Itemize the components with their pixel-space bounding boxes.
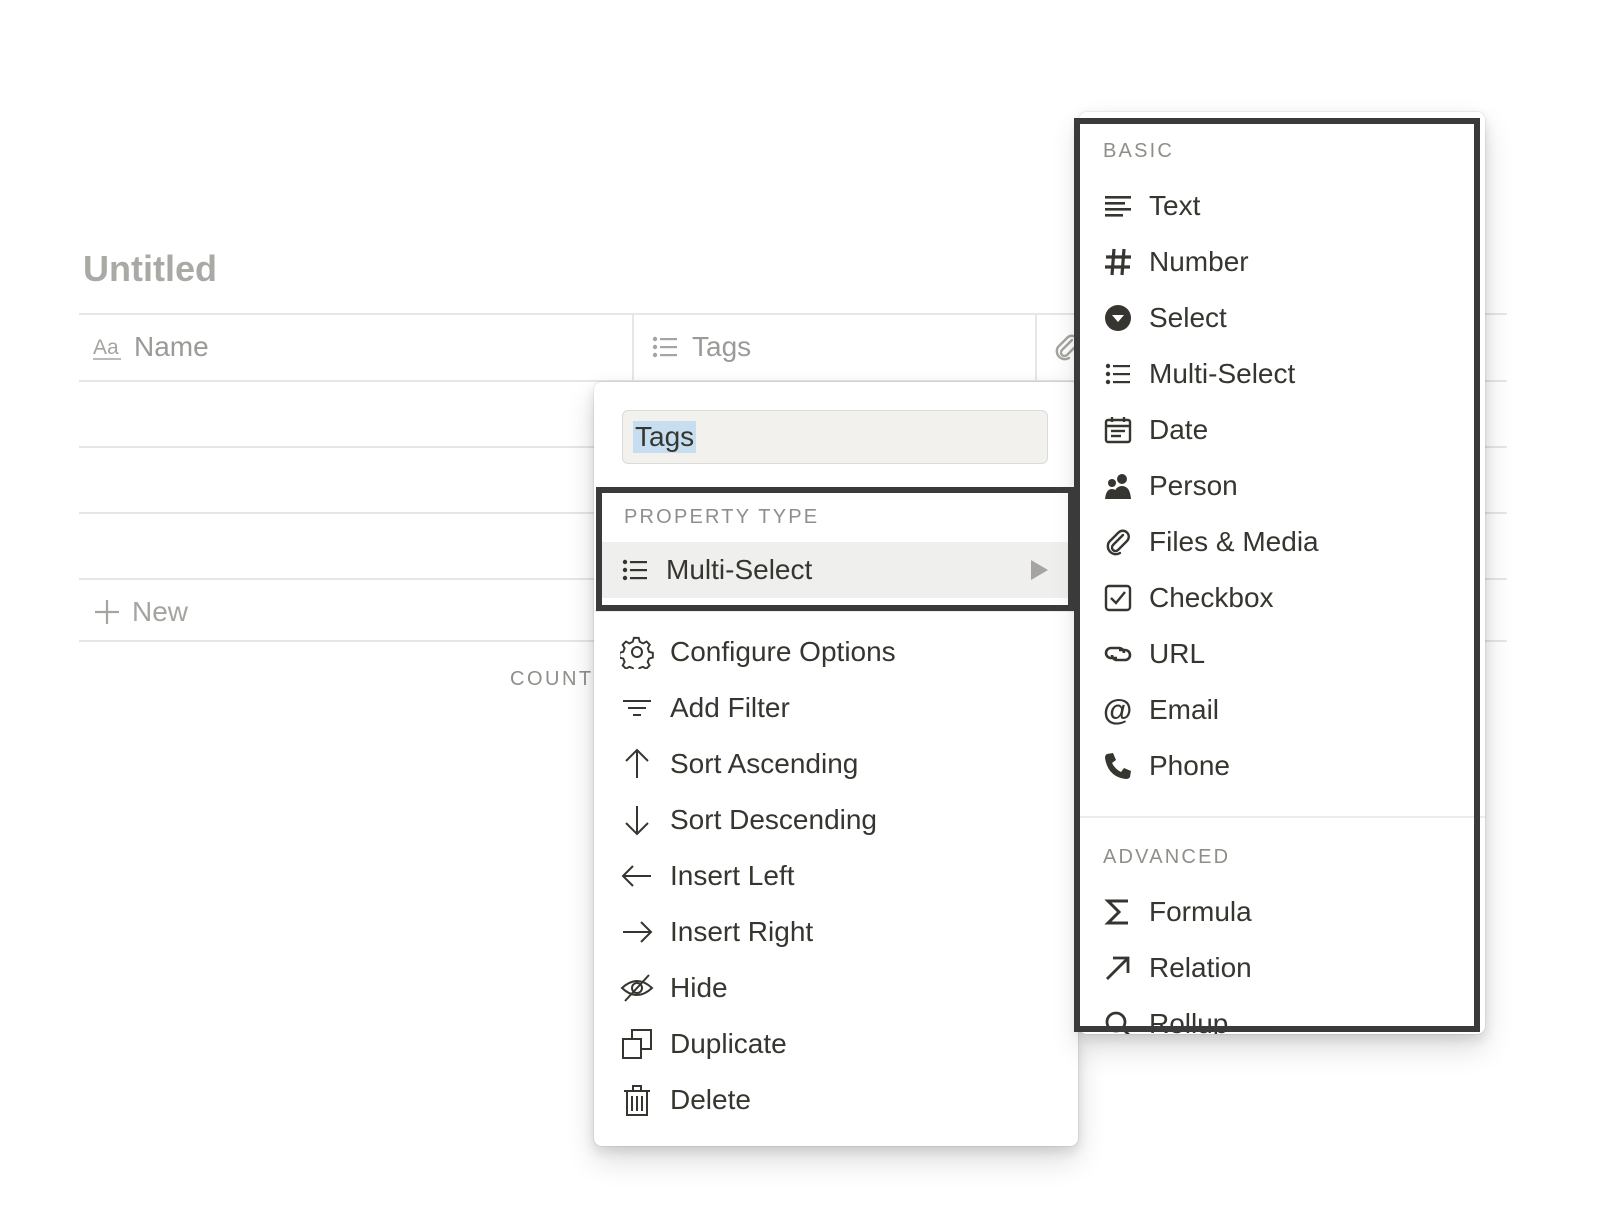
column-header-name[interactable]: Aa Name — [92, 314, 209, 380]
menu-item-label: Insert Right — [670, 916, 814, 947]
multi-select-list-icon — [620, 555, 650, 585]
hash-icon — [1103, 247, 1133, 277]
property-name-field[interactable]: Tags — [622, 410, 1048, 464]
delete-item[interactable]: Delete — [620, 1072, 751, 1128]
type-option-multi-select[interactable]: Multi-Select — [1103, 346, 1295, 402]
menu-divider — [1079, 816, 1485, 818]
arrow-right-icon — [620, 915, 654, 949]
menu-divider — [594, 610, 1078, 612]
type-option-label: URL — [1149, 638, 1206, 669]
property-type-label: Multi-Select — [666, 554, 813, 585]
text-lines-icon — [1103, 191, 1133, 221]
arrow-up-icon — [620, 747, 654, 781]
type-option-label: Rollup — [1149, 1008, 1229, 1034]
page-title[interactable]: Untitled — [83, 248, 217, 290]
type-option-number[interactable]: Number — [1103, 234, 1249, 290]
svg-text:Aa: Aa — [93, 336, 119, 359]
add-filter-item[interactable]: Add Filter — [620, 680, 790, 736]
search-icon — [1103, 1009, 1133, 1034]
paperclip-icon — [1052, 332, 1082, 362]
duplicate-icon — [620, 1027, 654, 1061]
submenu-arrow-icon — [1031, 560, 1048, 580]
menu-item-label: Hide — [670, 972, 728, 1003]
multi-select-list-icon — [650, 332, 680, 362]
insert-left-item[interactable]: Insert Left — [620, 848, 795, 904]
menu-item-label: Sort Ascending — [670, 748, 859, 779]
menu-item-label: Insert Left — [670, 860, 795, 891]
type-option-label: Phone — [1149, 750, 1230, 781]
type-option-label: Checkbox — [1149, 582, 1274, 613]
checkbox-icon — [1103, 583, 1133, 613]
type-option-label: Files & Media — [1149, 526, 1319, 557]
type-option-text[interactable]: Text — [1103, 178, 1200, 234]
eye-off-icon — [620, 971, 654, 1005]
property-type-section-label: PROPERTY TYPE — [624, 506, 820, 528]
menu-item-label: Delete — [670, 1084, 751, 1115]
multi-select-list-icon — [1103, 359, 1133, 389]
property-type-menu: BASIC Text Number Select Multi-Select Da… — [1079, 112, 1485, 1034]
type-option-label: Select — [1149, 302, 1227, 333]
type-option-relation[interactable]: Relation — [1103, 940, 1252, 996]
advanced-section-label: ADVANCED — [1103, 846, 1231, 868]
calendar-icon — [1103, 415, 1133, 445]
sort-descending-item[interactable]: Sort Descending — [620, 792, 877, 848]
duplicate-item[interactable]: Duplicate — [620, 1016, 787, 1072]
plus-icon — [92, 597, 122, 627]
new-row-label: New — [132, 596, 189, 627]
type-option-label: Relation — [1149, 952, 1252, 983]
arrow-down-icon — [620, 803, 654, 837]
arrow-left-icon — [620, 859, 654, 893]
filter-icon — [620, 691, 654, 725]
column-header-label: Name — [134, 331, 209, 362]
type-option-checkbox[interactable]: Checkbox — [1103, 570, 1274, 626]
menu-item-label: Duplicate — [670, 1028, 787, 1059]
menu-item-label: Sort Descending — [670, 804, 878, 835]
type-option-label: Date — [1149, 414, 1209, 445]
link-icon — [1103, 639, 1133, 669]
new-row-button[interactable]: New — [92, 596, 188, 628]
type-option-phone[interactable]: Phone — [1103, 738, 1230, 794]
type-option-label: Email — [1149, 694, 1220, 725]
insert-right-item[interactable]: Insert Right — [620, 904, 813, 960]
type-option-select[interactable]: Select — [1103, 290, 1227, 346]
hide-item[interactable]: Hide — [620, 960, 728, 1016]
configure-options-item[interactable]: Configure Options — [620, 624, 896, 680]
basic-section-label: BASIC — [1103, 140, 1175, 162]
property-menu: Tags PROPERTY TYPE Multi-Select Configur… — [594, 382, 1078, 1146]
type-option-date[interactable]: Date — [1103, 402, 1208, 458]
menu-item-label: Add Filter — [670, 692, 790, 723]
type-option-label: Person — [1149, 470, 1238, 501]
at-icon: @ — [1103, 695, 1133, 725]
column-divider — [632, 314, 634, 380]
type-option-person[interactable]: Person — [1103, 458, 1238, 514]
calculate-count-label[interactable]: COUNT — [510, 668, 594, 691]
property-type-selector[interactable]: Multi-Select — [602, 542, 1070, 598]
type-option-label: Number — [1149, 246, 1249, 277]
gear-icon — [620, 635, 654, 669]
column-header-tags[interactable]: Tags — [650, 314, 751, 380]
type-option-url[interactable]: URL — [1103, 626, 1205, 682]
arrow-up-right-icon — [1103, 953, 1133, 983]
sort-ascending-item[interactable]: Sort Ascending — [620, 736, 858, 792]
paperclip-icon — [1103, 527, 1133, 557]
type-option-email[interactable]: @ Email — [1103, 682, 1219, 738]
select-circle-icon — [1103, 303, 1133, 333]
type-option-formula[interactable]: Formula — [1103, 884, 1252, 940]
trash-icon — [620, 1083, 654, 1117]
property-name-input[interactable]: Tags — [633, 421, 697, 453]
type-option-label: Formula — [1149, 896, 1252, 927]
column-divider — [1035, 314, 1037, 380]
text-aa-icon: Aa — [92, 332, 122, 362]
phone-icon — [1103, 751, 1133, 781]
menu-item-label: Configure Options — [670, 636, 896, 667]
svg-text:@: @ — [1103, 695, 1132, 725]
sigma-icon — [1103, 897, 1133, 927]
type-option-label: Multi-Select — [1149, 358, 1296, 389]
person-icon — [1103, 471, 1133, 501]
type-option-files-media[interactable]: Files & Media — [1103, 514, 1319, 570]
column-header-label: Tags — [692, 331, 752, 362]
type-option-label: Text — [1149, 190, 1201, 221]
type-option-rollup[interactable]: Rollup — [1103, 996, 1228, 1034]
